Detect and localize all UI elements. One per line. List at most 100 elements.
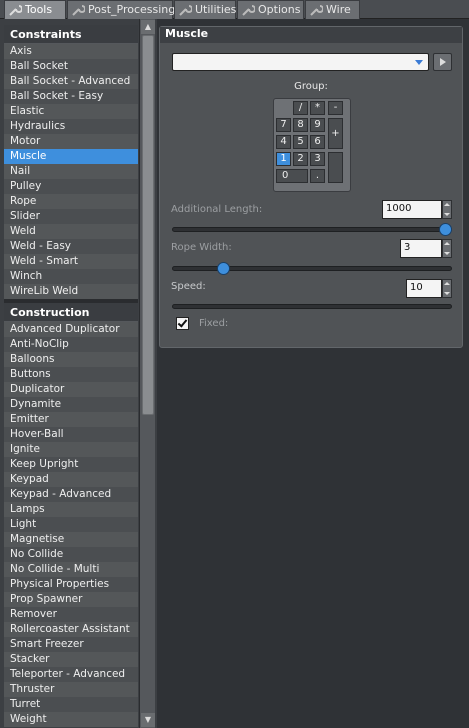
tool-item-muscle[interactable]: Muscle — [4, 149, 138, 164]
numpad-key-7[interactable]: 7 — [276, 118, 291, 132]
rope-width-slider[interactable] — [172, 266, 452, 271]
tool-item-physical-properties[interactable]: Physical Properties — [4, 577, 138, 592]
group-label: Group: — [294, 81, 328, 92]
rope-width-slider-knob[interactable] — [217, 262, 231, 275]
numpad-key-decimal[interactable]: . — [310, 169, 325, 183]
checkmark-icon — [177, 317, 188, 328]
tool-item-lamps[interactable]: Lamps — [4, 502, 138, 517]
tool-item-remover[interactable]: Remover — [4, 607, 138, 622]
numpad-key-3[interactable]: 3 — [310, 152, 325, 166]
speed-input[interactable]: 10 — [406, 279, 442, 298]
tab-label: Wire — [326, 3, 351, 16]
speed-label: Speed: — [171, 281, 206, 292]
rope-width-spinner[interactable] — [442, 239, 452, 258]
fixed-label: Fixed: — [199, 318, 229, 329]
tab-bar: Tools Post_Processing Utilities Options … — [0, 0, 469, 19]
numpad-key-0[interactable]: 0 — [276, 169, 308, 183]
tool-item-smart-freezer[interactable]: Smart Freezer — [4, 637, 138, 652]
numpad-key-8[interactable]: 8 — [293, 118, 308, 132]
tool-item-weight[interactable]: Weight — [4, 712, 138, 727]
tool-item-magnetise[interactable]: Magnetise — [4, 532, 138, 547]
numpad-key-enter[interactable] — [328, 152, 343, 183]
tool-item-weld-easy[interactable]: Weld - Easy — [4, 239, 138, 254]
tool-item-weld[interactable]: Weld — [4, 224, 138, 239]
speed-slider[interactable] — [172, 304, 452, 309]
tool-item-axis[interactable]: Axis — [4, 44, 138, 59]
tool-item-hydraulics[interactable]: Hydraulics — [4, 119, 138, 134]
wrench-icon — [9, 5, 22, 16]
tool-item-slider[interactable]: Slider — [4, 209, 138, 224]
tab-utilities[interactable]: Utilities — [174, 0, 236, 19]
scroll-up-button[interactable]: ▲ — [141, 20, 155, 34]
tool-item-elastic[interactable]: Elastic — [4, 104, 138, 119]
tool-item-duplicator[interactable]: Duplicator — [4, 382, 138, 397]
tool-item-wirelib-weld[interactable]: WireLib Weld — [4, 284, 138, 299]
section-header-constraints[interactable]: Constraints — [4, 25, 138, 44]
tool-item-teleporter-advanced[interactable]: Teleporter - Advanced — [4, 667, 138, 682]
tab-wire[interactable]: Wire — [305, 0, 360, 19]
numpad-key-divide[interactable]: / — [293, 101, 308, 115]
tool-item-buttons[interactable]: Buttons — [4, 367, 138, 382]
rope-width-input[interactable]: 3 — [400, 239, 442, 258]
panel-title: Muscle — [160, 27, 462, 43]
numpad-key-2[interactable]: 2 — [293, 152, 308, 166]
tool-item-emitter[interactable]: Emitter — [4, 412, 138, 427]
tool-item-thruster[interactable]: Thruster — [4, 682, 138, 697]
tool-item-keypad-advanced[interactable]: Keypad - Advanced — [4, 487, 138, 502]
section-header-construction[interactable]: Construction — [4, 303, 138, 322]
tab-options[interactable]: Options — [237, 0, 304, 19]
tool-item-no-collide[interactable]: No Collide — [4, 547, 138, 562]
numpad-key-1[interactable]: 1 — [276, 152, 291, 166]
preset-apply-button[interactable] — [433, 53, 452, 71]
tool-item-nail[interactable]: Nail — [4, 164, 138, 179]
preset-dropdown[interactable] — [172, 53, 429, 71]
numpad-key-6[interactable]: 6 — [310, 135, 325, 149]
tool-item-dynamite[interactable]: Dynamite — [4, 397, 138, 412]
tool-item-weld-smart[interactable]: Weld - Smart — [4, 254, 138, 269]
tool-item-rope[interactable]: Rope — [4, 194, 138, 209]
tool-item-hover-ball[interactable]: Hover-Ball — [4, 427, 138, 442]
tool-item-keep-upright[interactable]: Keep Upright — [4, 457, 138, 472]
tool-item-keypad[interactable]: Keypad — [4, 472, 138, 487]
tool-item-advanced-duplicator[interactable]: Advanced Duplicator — [4, 322, 138, 337]
tool-item-anti-noclip[interactable]: Anti-NoClip — [4, 337, 138, 352]
numpad-key-minus[interactable]: - — [328, 101, 343, 115]
spin-up-icon — [444, 282, 450, 285]
fixed-checkbox[interactable] — [176, 317, 189, 330]
tool-item-ball-socket-easy[interactable]: Ball Socket - Easy — [4, 89, 138, 104]
spin-up-icon — [444, 242, 450, 245]
scrollbar-thumb[interactable] — [142, 35, 154, 415]
tool-item-balloons[interactable]: Balloons — [4, 352, 138, 367]
tool-item-no-collide-multi[interactable]: No Collide - Multi — [4, 562, 138, 577]
tool-item-ignite[interactable]: Ignite — [4, 442, 138, 457]
tool-item-winch[interactable]: Winch — [4, 269, 138, 284]
numpad-key-plus[interactable]: + — [328, 118, 343, 149]
tool-item-stacker[interactable]: Stacker — [4, 652, 138, 667]
additional-length-label: Additional Length: — [171, 204, 263, 215]
scroll-down-button[interactable]: ▼ — [141, 713, 155, 727]
tool-list: Constraints Axis Ball Socket Ball Socket -… — [4, 25, 138, 728]
additional-length-slider-knob[interactable] — [439, 223, 452, 236]
tool-item-pulley[interactable]: Pulley — [4, 179, 138, 194]
tool-item-prop-spawner[interactable]: Prop Spawner — [4, 592, 138, 607]
numpad-key-multiply[interactable]: * — [310, 101, 325, 115]
spin-down-icon — [444, 292, 450, 295]
play-arrow-icon — [440, 58, 446, 66]
wrench-icon — [179, 5, 192, 16]
tool-item-turret[interactable]: Turret — [4, 697, 138, 712]
additional-length-input[interactable]: 1000 — [382, 200, 442, 219]
speed-spinner[interactable] — [442, 279, 452, 298]
tool-item-light[interactable]: Light — [4, 517, 138, 532]
additional-length-slider[interactable] — [172, 227, 452, 232]
tool-item-rollercoaster-assistant[interactable]: Rollercoaster Assistant — [4, 622, 138, 637]
numpad-key-9[interactable]: 9 — [310, 118, 325, 132]
tool-item-ball-socket[interactable]: Ball Socket — [4, 59, 138, 74]
numpad-key-4[interactable]: 4 — [276, 135, 291, 149]
tool-item-motor[interactable]: Motor — [4, 134, 138, 149]
tab-post-processing[interactable]: Post_Processing — [67, 0, 175, 19]
list-scrollbar[interactable]: ▲ ▼ — [139, 19, 155, 728]
numpad-key-5[interactable]: 5 — [293, 135, 308, 149]
additional-length-spinner[interactable] — [442, 200, 452, 219]
tool-item-ball-socket-advanced[interactable]: Ball Socket - Advanced — [4, 74, 138, 89]
tab-tools[interactable]: Tools — [4, 0, 66, 19]
